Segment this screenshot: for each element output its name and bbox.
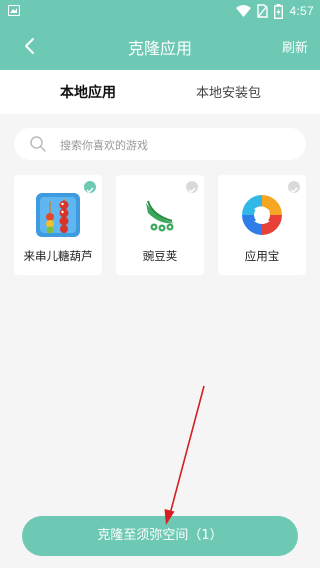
wandoujia-icon xyxy=(146,200,174,232)
search-placeholder: 搜索你喜欢的游戏 xyxy=(60,139,148,152)
yingyongbao-icon xyxy=(242,195,282,235)
app-name: 应用宝 xyxy=(244,249,280,263)
app-name: 豌豆荚 xyxy=(142,249,178,263)
gallery-notification-icon xyxy=(8,5,20,16)
status-bar: 4:57 xyxy=(0,0,320,22)
app-card-candied-haws[interactable]: 来串儿糖葫芦 xyxy=(14,175,102,275)
unselected-check-icon[interactable] xyxy=(186,181,198,194)
unselected-check-icon[interactable] xyxy=(288,181,300,194)
tab-local-apps[interactable]: 本地应用 xyxy=(60,82,116,102)
app-card-wandoujia[interactable]: 豌豆荚 xyxy=(116,175,204,275)
page-title: 克隆应用 xyxy=(127,39,192,58)
tab-bar: 本地应用 本地安装包 xyxy=(0,70,320,114)
refresh-button[interactable]: 刷新 xyxy=(282,37,308,56)
app-name: 来串儿糖葫芦 xyxy=(23,249,93,263)
search-icon xyxy=(30,136,46,152)
no-sim-icon xyxy=(257,4,269,18)
candied-haws-game-icon xyxy=(36,193,80,237)
tab-local-packages[interactable]: 本地安装包 xyxy=(196,82,261,101)
battery-icon xyxy=(274,3,284,19)
selected-check-icon[interactable] xyxy=(84,181,96,194)
wifi-icon xyxy=(236,5,252,17)
clone-to-space-button[interactable]: 克隆至须弥空间（1） xyxy=(22,516,298,556)
app-card-yingyongbao[interactable]: 应用宝 xyxy=(218,175,306,275)
app-header: 克隆应用 刷新 xyxy=(0,22,320,70)
search-input[interactable]: 搜索你喜欢的游戏 xyxy=(14,128,306,160)
status-time: 4:57 xyxy=(289,4,314,18)
